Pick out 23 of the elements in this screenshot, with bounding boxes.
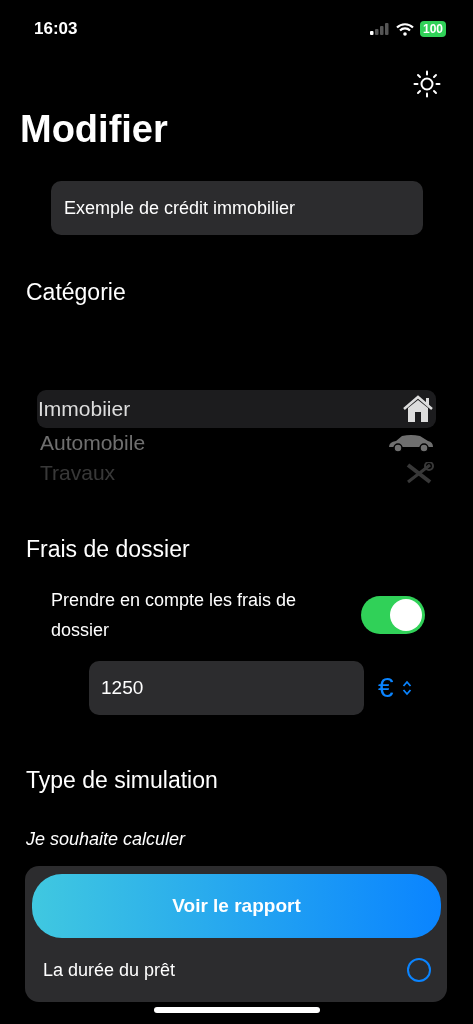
status-time: 16:03 bbox=[34, 19, 78, 39]
picker-item[interactable]: Immobiier bbox=[37, 390, 436, 428]
option-label: La durée du prêt bbox=[43, 959, 176, 981]
signal-icon bbox=[369, 23, 390, 35]
house-icon bbox=[402, 395, 434, 423]
battery-indicator: 100 bbox=[419, 21, 446, 37]
sun-icon[interactable] bbox=[413, 70, 441, 98]
car-icon bbox=[388, 434, 434, 452]
page-title: Modifier bbox=[19, 107, 169, 151]
section-heading: Frais de dossier bbox=[25, 535, 191, 563]
chevron-icon bbox=[401, 680, 412, 696]
radio-button[interactable] bbox=[407, 958, 431, 982]
amount-field[interactable]: 1250 bbox=[89, 661, 364, 715]
wifi-icon bbox=[395, 22, 414, 36]
tools-icon bbox=[404, 462, 434, 484]
section-heading: Catégorie bbox=[25, 278, 127, 306]
picker-item[interactable]: Automobile bbox=[37, 428, 436, 458]
fees-toggle[interactable] bbox=[361, 596, 425, 634]
subtitle: Je souhaite calculer bbox=[25, 828, 187, 850]
name-field[interactable]: Exemple de crédit immobilier bbox=[51, 181, 423, 235]
section-heading: Type de simulation bbox=[25, 766, 219, 794]
toggle-label: Prendre en compte les frais de dossier bbox=[51, 589, 298, 642]
currency-picker[interactable]: € bbox=[378, 672, 412, 704]
